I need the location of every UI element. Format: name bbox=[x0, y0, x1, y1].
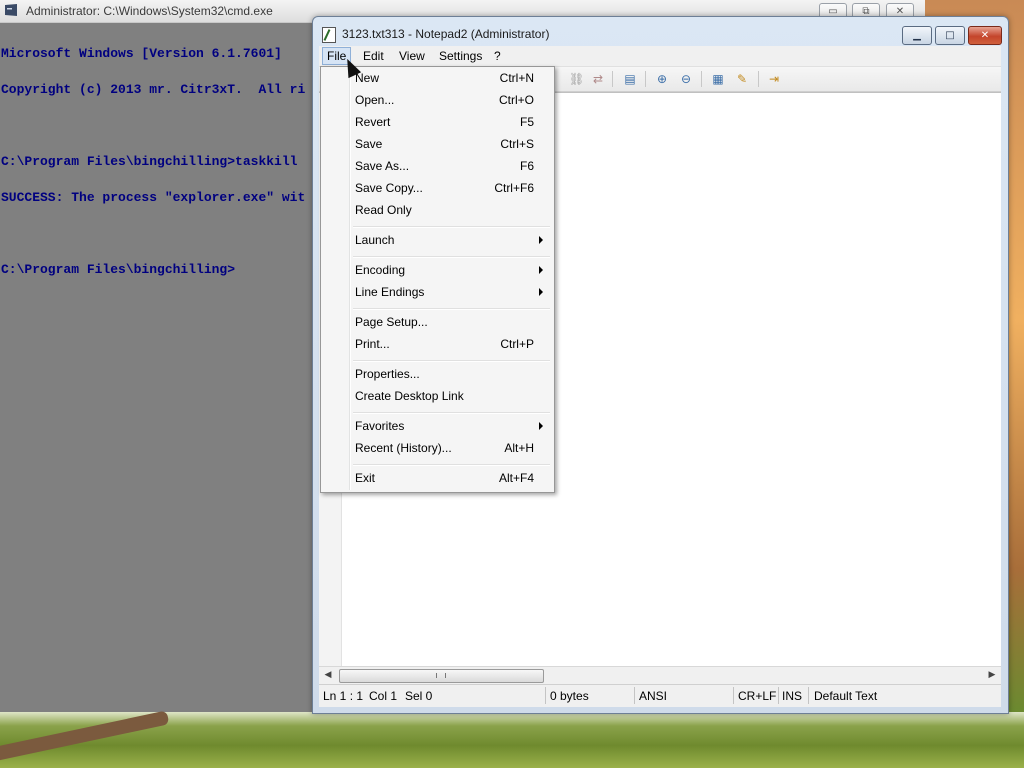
menu-item-open[interactable]: Open... Ctrl+O bbox=[323, 90, 552, 112]
menu-item-label: Read Only bbox=[355, 203, 412, 217]
menu-settings[interactable]: Settings bbox=[435, 48, 486, 64]
status-insert-mode[interactable]: INS bbox=[782, 688, 802, 704]
scrollbar-thumb[interactable] bbox=[339, 669, 544, 683]
menu-item-shortcut: Ctrl+F6 bbox=[494, 181, 534, 195]
file-menu-dropdown: New Ctrl+N Open... Ctrl+O Revert F5 Save… bbox=[320, 66, 555, 493]
menu-item-shortcut: Ctrl+S bbox=[500, 137, 534, 151]
menu-item-label: Launch bbox=[355, 233, 395, 247]
menu-item-create-desktop-link[interactable]: Create Desktop Link bbox=[323, 386, 552, 408]
menu-view[interactable]: View bbox=[395, 48, 429, 64]
status-encoding[interactable]: ANSI bbox=[639, 688, 667, 704]
menu-item-line-endings[interactable]: Line Endings bbox=[323, 282, 552, 304]
customize-scheme-icon[interactable]: ✎ bbox=[735, 72, 749, 86]
submenu-arrow-icon bbox=[539, 422, 543, 430]
notepad2-app-icon bbox=[322, 27, 336, 43]
notepad2-window-title: 3123.txt313 - Notepad2 (Administrator) bbox=[342, 27, 550, 41]
word-wrap-icon[interactable]: ▤ bbox=[623, 72, 637, 86]
menu-item-label: Line Endings bbox=[355, 285, 425, 299]
menu-separator bbox=[353, 308, 550, 310]
menu-separator bbox=[353, 256, 550, 258]
submenu-arrow-icon bbox=[539, 236, 543, 244]
menu-item-label: Open... bbox=[355, 93, 395, 107]
find-icon[interactable]: ⛓ bbox=[569, 72, 584, 86]
status-file-size: 0 bytes bbox=[550, 689, 589, 703]
menu-item-exit[interactable]: Exit Alt+F4 bbox=[323, 468, 552, 490]
submenu-arrow-icon bbox=[539, 266, 543, 274]
menu-edit[interactable]: Edit bbox=[359, 48, 388, 64]
zoom-out-icon[interactable]: ⊖ bbox=[679, 72, 693, 86]
status-line-endings[interactable]: CR+LF bbox=[738, 688, 776, 704]
menu-item-label: Encoding bbox=[355, 263, 406, 277]
menu-separator bbox=[353, 412, 550, 414]
notepad2-titlebar[interactable]: 3123.txt313 - Notepad2 (Administrator) ▁… bbox=[313, 17, 1008, 47]
menu-item-label: Save bbox=[355, 137, 383, 151]
horizontal-scrollbar[interactable]: ◀ ▶ bbox=[319, 666, 1001, 684]
desktop-wallpaper-foreground bbox=[0, 710, 1024, 768]
menu-item-label: Print... bbox=[355, 337, 390, 351]
menu-item-encoding[interactable]: Encoding bbox=[323, 260, 552, 282]
menu-item-shortcut: F6 bbox=[519, 159, 534, 173]
menu-item-shortcut: Ctrl+N bbox=[499, 71, 534, 85]
menu-item-label: Favorites bbox=[355, 419, 405, 433]
scroll-right-icon[interactable]: ▶ bbox=[986, 669, 998, 681]
menu-item-label: Save As... bbox=[355, 159, 410, 173]
menu-separator bbox=[353, 226, 550, 228]
menu-item-properties[interactable]: Properties... bbox=[323, 364, 552, 386]
menu-item-save[interactable]: Save Ctrl+S bbox=[323, 134, 552, 156]
toolbar-separator bbox=[645, 71, 646, 87]
exit-icon[interactable]: ⇥ bbox=[767, 72, 781, 86]
menu-separator bbox=[353, 360, 550, 362]
submenu-arrow-icon bbox=[539, 288, 543, 296]
scheme-icon[interactable]: ▦ bbox=[711, 72, 725, 86]
menu-item-label: Properties... bbox=[355, 367, 420, 381]
cmd-window-title: Administrator: C:\Windows\System32\cmd.e… bbox=[26, 4, 273, 18]
menu-item-launch[interactable]: Launch bbox=[323, 230, 552, 252]
menu-item-label: Exit bbox=[355, 471, 376, 485]
wallpaper-log bbox=[0, 710, 170, 764]
menu-item-shortcut: Ctrl+O bbox=[498, 93, 534, 107]
menu-item-read-only[interactable]: Read Only bbox=[323, 200, 552, 222]
menu-item-label: Page Setup... bbox=[355, 315, 428, 329]
menu-item-label: Create Desktop Link bbox=[355, 389, 464, 403]
toolbar-separator bbox=[758, 71, 759, 87]
notepad2-close-button[interactable]: ✕ bbox=[968, 26, 1002, 45]
menu-item-page-setup[interactable]: Page Setup... bbox=[323, 312, 552, 334]
toolbar-separator bbox=[612, 71, 613, 87]
menu-bar: File Edit View Settings ? bbox=[319, 46, 1001, 67]
menu-item-favorites[interactable]: Favorites bbox=[323, 416, 552, 438]
menu-item-label: Recent (History)... bbox=[355, 441, 452, 455]
status-line-position: Ln 1 : 1 bbox=[323, 689, 364, 703]
toolbar-separator bbox=[701, 71, 702, 87]
menu-item-print[interactable]: Print... Ctrl+P bbox=[323, 334, 552, 356]
menu-item-shortcut: Ctrl+P bbox=[500, 337, 534, 351]
menu-item-recent-history[interactable]: Recent (History)... Alt+H bbox=[323, 438, 552, 460]
menu-item-save-as[interactable]: Save As... F6 bbox=[323, 156, 552, 178]
menu-item-revert[interactable]: Revert F5 bbox=[323, 112, 552, 134]
replace-icon[interactable]: ⇄ bbox=[591, 72, 605, 86]
cmd-app-icon bbox=[5, 4, 17, 16]
notepad2-maximize-button[interactable]: □ bbox=[935, 26, 965, 45]
status-bar: Ln 1 : 1 Col 1 Sel 0 0 bytes ANSI CR+LF … bbox=[319, 684, 1001, 707]
menu-item-label: Revert bbox=[355, 115, 391, 129]
zoom-in-icon[interactable]: ⊕ bbox=[655, 72, 669, 86]
menu-help[interactable]: ? bbox=[490, 48, 505, 64]
notepad2-minimize-button[interactable]: ▁ bbox=[902, 26, 932, 45]
menu-item-shortcut: Alt+H bbox=[504, 441, 534, 455]
status-column: Col 1 bbox=[369, 689, 398, 703]
status-scheme[interactable]: Default Text bbox=[814, 688, 877, 704]
desktop-wallpaper bbox=[1008, 0, 1024, 712]
menu-item-shortcut: F5 bbox=[519, 115, 534, 129]
status-selection: Sel 0 bbox=[405, 689, 433, 703]
menu-separator bbox=[353, 464, 550, 466]
scroll-left-icon[interactable]: ◀ bbox=[322, 669, 334, 681]
menu-item-shortcut: Alt+F4 bbox=[498, 471, 534, 485]
menu-item-label: Save Copy... bbox=[355, 181, 423, 195]
menu-item-save-copy[interactable]: Save Copy... Ctrl+F6 bbox=[323, 178, 552, 200]
